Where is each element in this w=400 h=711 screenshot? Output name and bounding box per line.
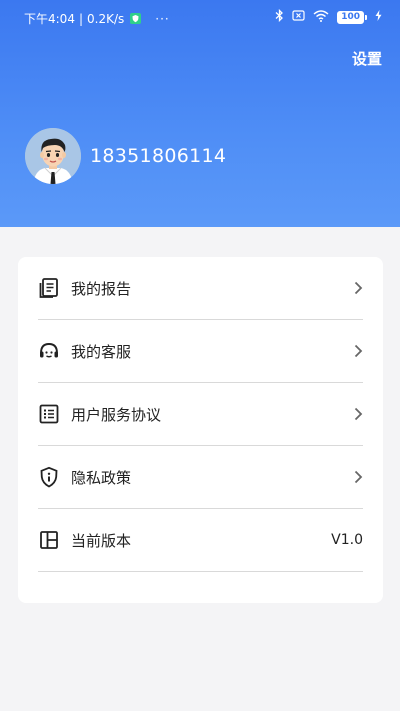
chevron-right-icon bbox=[354, 320, 363, 382]
bluetooth-icon bbox=[275, 8, 284, 25]
menu-item-label: 隐私政策 bbox=[71, 468, 132, 487]
menu-item-privacy-policy[interactable]: 隐私政策 bbox=[38, 446, 363, 509]
status-bar: 下午4:04 | 0.2K/s ··· 100 bbox=[0, 0, 400, 34]
menu-item-label: 我的报告 bbox=[71, 279, 132, 298]
menu-item-my-report[interactable]: 我的报告 bbox=[38, 257, 363, 320]
menu-item-customer-service[interactable]: 我的客服 bbox=[38, 320, 363, 383]
settings-button[interactable]: 设置 bbox=[352, 48, 382, 69]
status-separator: | bbox=[78, 11, 83, 26]
menu-list: 我的报告 我的客服 用户服务协议 隐私政策 当前版本 V1.0 bbox=[38, 257, 363, 572]
report-icon bbox=[38, 277, 60, 299]
no-sim-icon bbox=[292, 10, 305, 24]
privacy-shield-icon bbox=[38, 466, 60, 488]
version-value: V1.0 bbox=[331, 532, 363, 548]
menu-item-label: 当前版本 bbox=[71, 531, 132, 550]
status-time: 下午4:04 bbox=[24, 12, 75, 26]
charging-icon bbox=[375, 10, 382, 24]
battery-level: 100 bbox=[337, 10, 364, 24]
menu-item-current-version[interactable]: 当前版本 V1.0 bbox=[38, 509, 363, 572]
network-speed: 0.2K/s bbox=[87, 11, 125, 26]
chevron-right-icon bbox=[354, 257, 363, 319]
menu-item-label: 我的客服 bbox=[71, 342, 132, 361]
more-notifications-icon: ··· bbox=[155, 11, 170, 26]
customer-service-icon bbox=[38, 340, 60, 362]
version-icon bbox=[38, 529, 60, 551]
profile-header: 下午4:04 | 0.2K/s ··· 100 设置 18351806114 bbox=[0, 0, 400, 227]
battery-indicator: 100 bbox=[337, 10, 367, 24]
avatar[interactable] bbox=[25, 128, 81, 184]
chevron-right-icon bbox=[354, 446, 363, 508]
menu-item-label: 用户服务协议 bbox=[71, 405, 162, 424]
version-value-container: V1.0 bbox=[331, 509, 363, 571]
agreement-icon bbox=[38, 403, 60, 425]
phone-number: 18351806114 bbox=[90, 145, 227, 167]
user-profile: 18351806114 bbox=[25, 128, 226, 184]
menu-card: 我的报告 我的客服 用户服务协议 隐私政策 当前版本 V1.0 bbox=[18, 257, 383, 603]
battery-tip bbox=[365, 14, 367, 20]
menu-item-user-agreement[interactable]: 用户服务协议 bbox=[38, 383, 363, 446]
chevron-right-icon bbox=[354, 383, 363, 445]
security-shield-icon bbox=[130, 13, 142, 24]
wifi-icon bbox=[313, 9, 329, 25]
status-left: 下午4:04 | 0.2K/s ··· bbox=[24, 10, 170, 27]
status-right: 100 bbox=[275, 8, 382, 25]
